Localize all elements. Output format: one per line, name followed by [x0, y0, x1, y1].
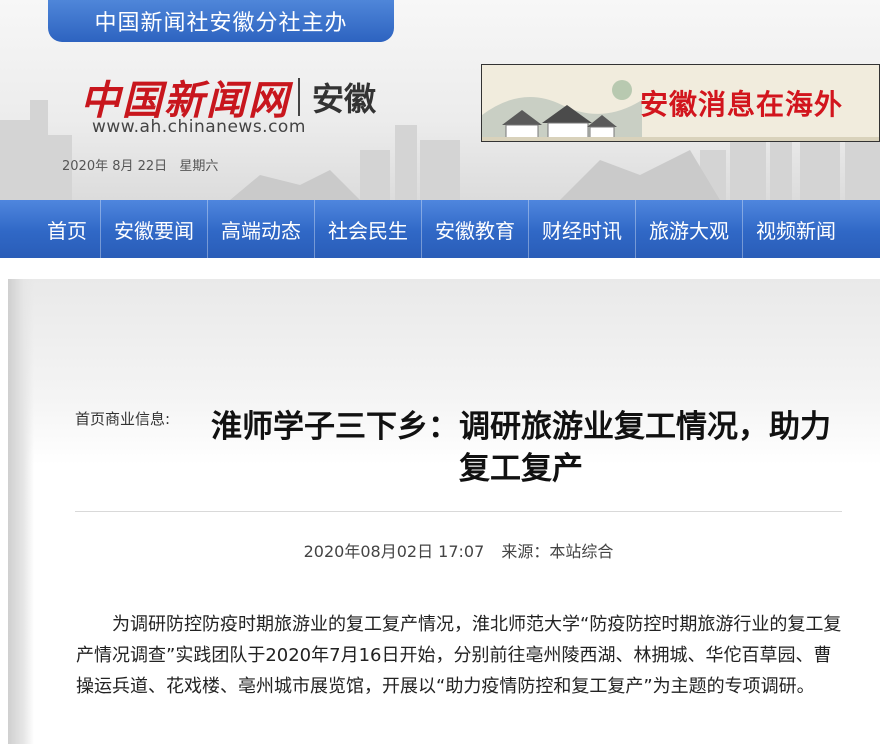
nav-item-anhui-news[interactable]: 安徽要闻	[101, 200, 208, 258]
nav-item-high-end[interactable]: 高端动态	[208, 200, 315, 258]
article-datetime: 2020年08月02日 17:07	[303, 542, 485, 561]
breadcrumb[interactable]: 首页商业信息:	[75, 408, 170, 429]
sponsor-tab[interactable]: 中国新闻社安徽分社主办	[48, 0, 394, 42]
nav-item-education[interactable]: 安徽教育	[422, 200, 529, 258]
logo-separator	[298, 78, 300, 116]
article-title: 淮师学子三下乡：调研旅游业复工情况，助力复工复产	[211, 409, 831, 487]
promo-banner[interactable]: 安徽消息在海外	[481, 64, 880, 142]
logo-region: 安徽	[312, 80, 377, 118]
date-text: 2020年 8月 22日	[62, 159, 168, 174]
nav-item-society[interactable]: 社会民生	[315, 200, 422, 258]
nav-item-video[interactable]: 视频新闻	[743, 200, 849, 258]
weekday-text: 星期六	[179, 159, 219, 174]
site-url: www.ah.chinanews.com	[92, 117, 306, 137]
site-header: 中国新闻社安徽分社主办 中国新闻网 安徽 www.ah.chinanews.co…	[0, 0, 880, 200]
left-shadow	[8, 279, 34, 744]
title-divider	[75, 511, 842, 512]
nav-item-tourism[interactable]: 旅游大观	[636, 200, 743, 258]
article-source: 来源：本站综合	[501, 542, 614, 561]
nav-item-home[interactable]: 首页	[34, 200, 101, 258]
main-nav: 首页 安徽要闻 高端动态 社会民生 安徽教育 财经时讯 旅游大观 视频新闻	[0, 200, 880, 258]
article-meta: 2020年08月02日 17:07 来源：本站综合	[75, 538, 842, 562]
banner-text: 安徽消息在海外	[639, 88, 843, 121]
article-body: 为调研防控防疫时期旅游业的复工复产情况，淮北师范大学“防疫防控时期旅游行业的复工…	[76, 614, 842, 697]
header-date: 2020年 8月 22日 星期六	[62, 155, 218, 174]
nav-item-finance[interactable]: 财经时讯	[529, 200, 636, 258]
